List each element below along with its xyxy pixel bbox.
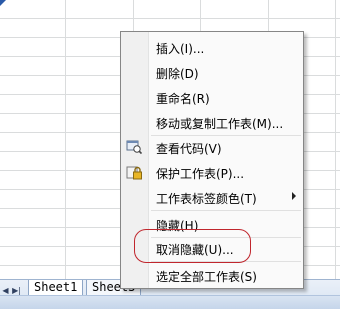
- tab-strip: [0, 295, 340, 309]
- menu-item-tab-color[interactable]: 工作表标签颜色(T): [121, 186, 303, 208]
- menu-item-label: 移动或复制工作表(M)...: [156, 117, 284, 131]
- menu-item-label: 查看代码(V): [156, 142, 222, 156]
- grid-row-line: [0, 18, 340, 19]
- menu-item-label: 删除(D): [156, 67, 199, 81]
- menu-item-delete[interactable]: 删除(D): [121, 61, 303, 83]
- select-all-corner[interactable]: [0, 0, 6, 6]
- view-code-icon: [126, 139, 143, 155]
- menu-item-insert[interactable]: 插入(I)...: [121, 36, 303, 58]
- grid-col-line: [335, 0, 336, 279]
- submenu-arrow-icon: [292, 192, 296, 200]
- menu-item-label: 插入(I)...: [156, 42, 205, 56]
- menu-item-label: 选定全部工作表(S): [156, 270, 257, 284]
- grid-col-line: [65, 0, 66, 279]
- menu-item-rename[interactable]: 重命名(R): [121, 86, 303, 108]
- menu-item-label: 保护工作表(P)...: [156, 167, 245, 181]
- menu-item-label: 重命名(R): [156, 92, 210, 106]
- menu-item-select-all-sheets[interactable]: 选定全部工作表(S): [121, 264, 303, 286]
- menu-separator: [151, 210, 301, 211]
- sheet-tab-1[interactable]: Sheet1: [28, 280, 84, 296]
- protect-sheet-icon: [126, 164, 142, 180]
- menu-item-protect-sheet[interactable]: 保护工作表(P)...: [121, 161, 303, 183]
- highlight-ring: [134, 229, 251, 263]
- menu-item-move-copy[interactable]: 移动或复制工作表(M)...: [121, 111, 303, 133]
- menu-item-view-code[interactable]: 查看代码(V): [121, 136, 303, 158]
- menu-item-label: 工作表标签颜色(T): [156, 192, 257, 206]
